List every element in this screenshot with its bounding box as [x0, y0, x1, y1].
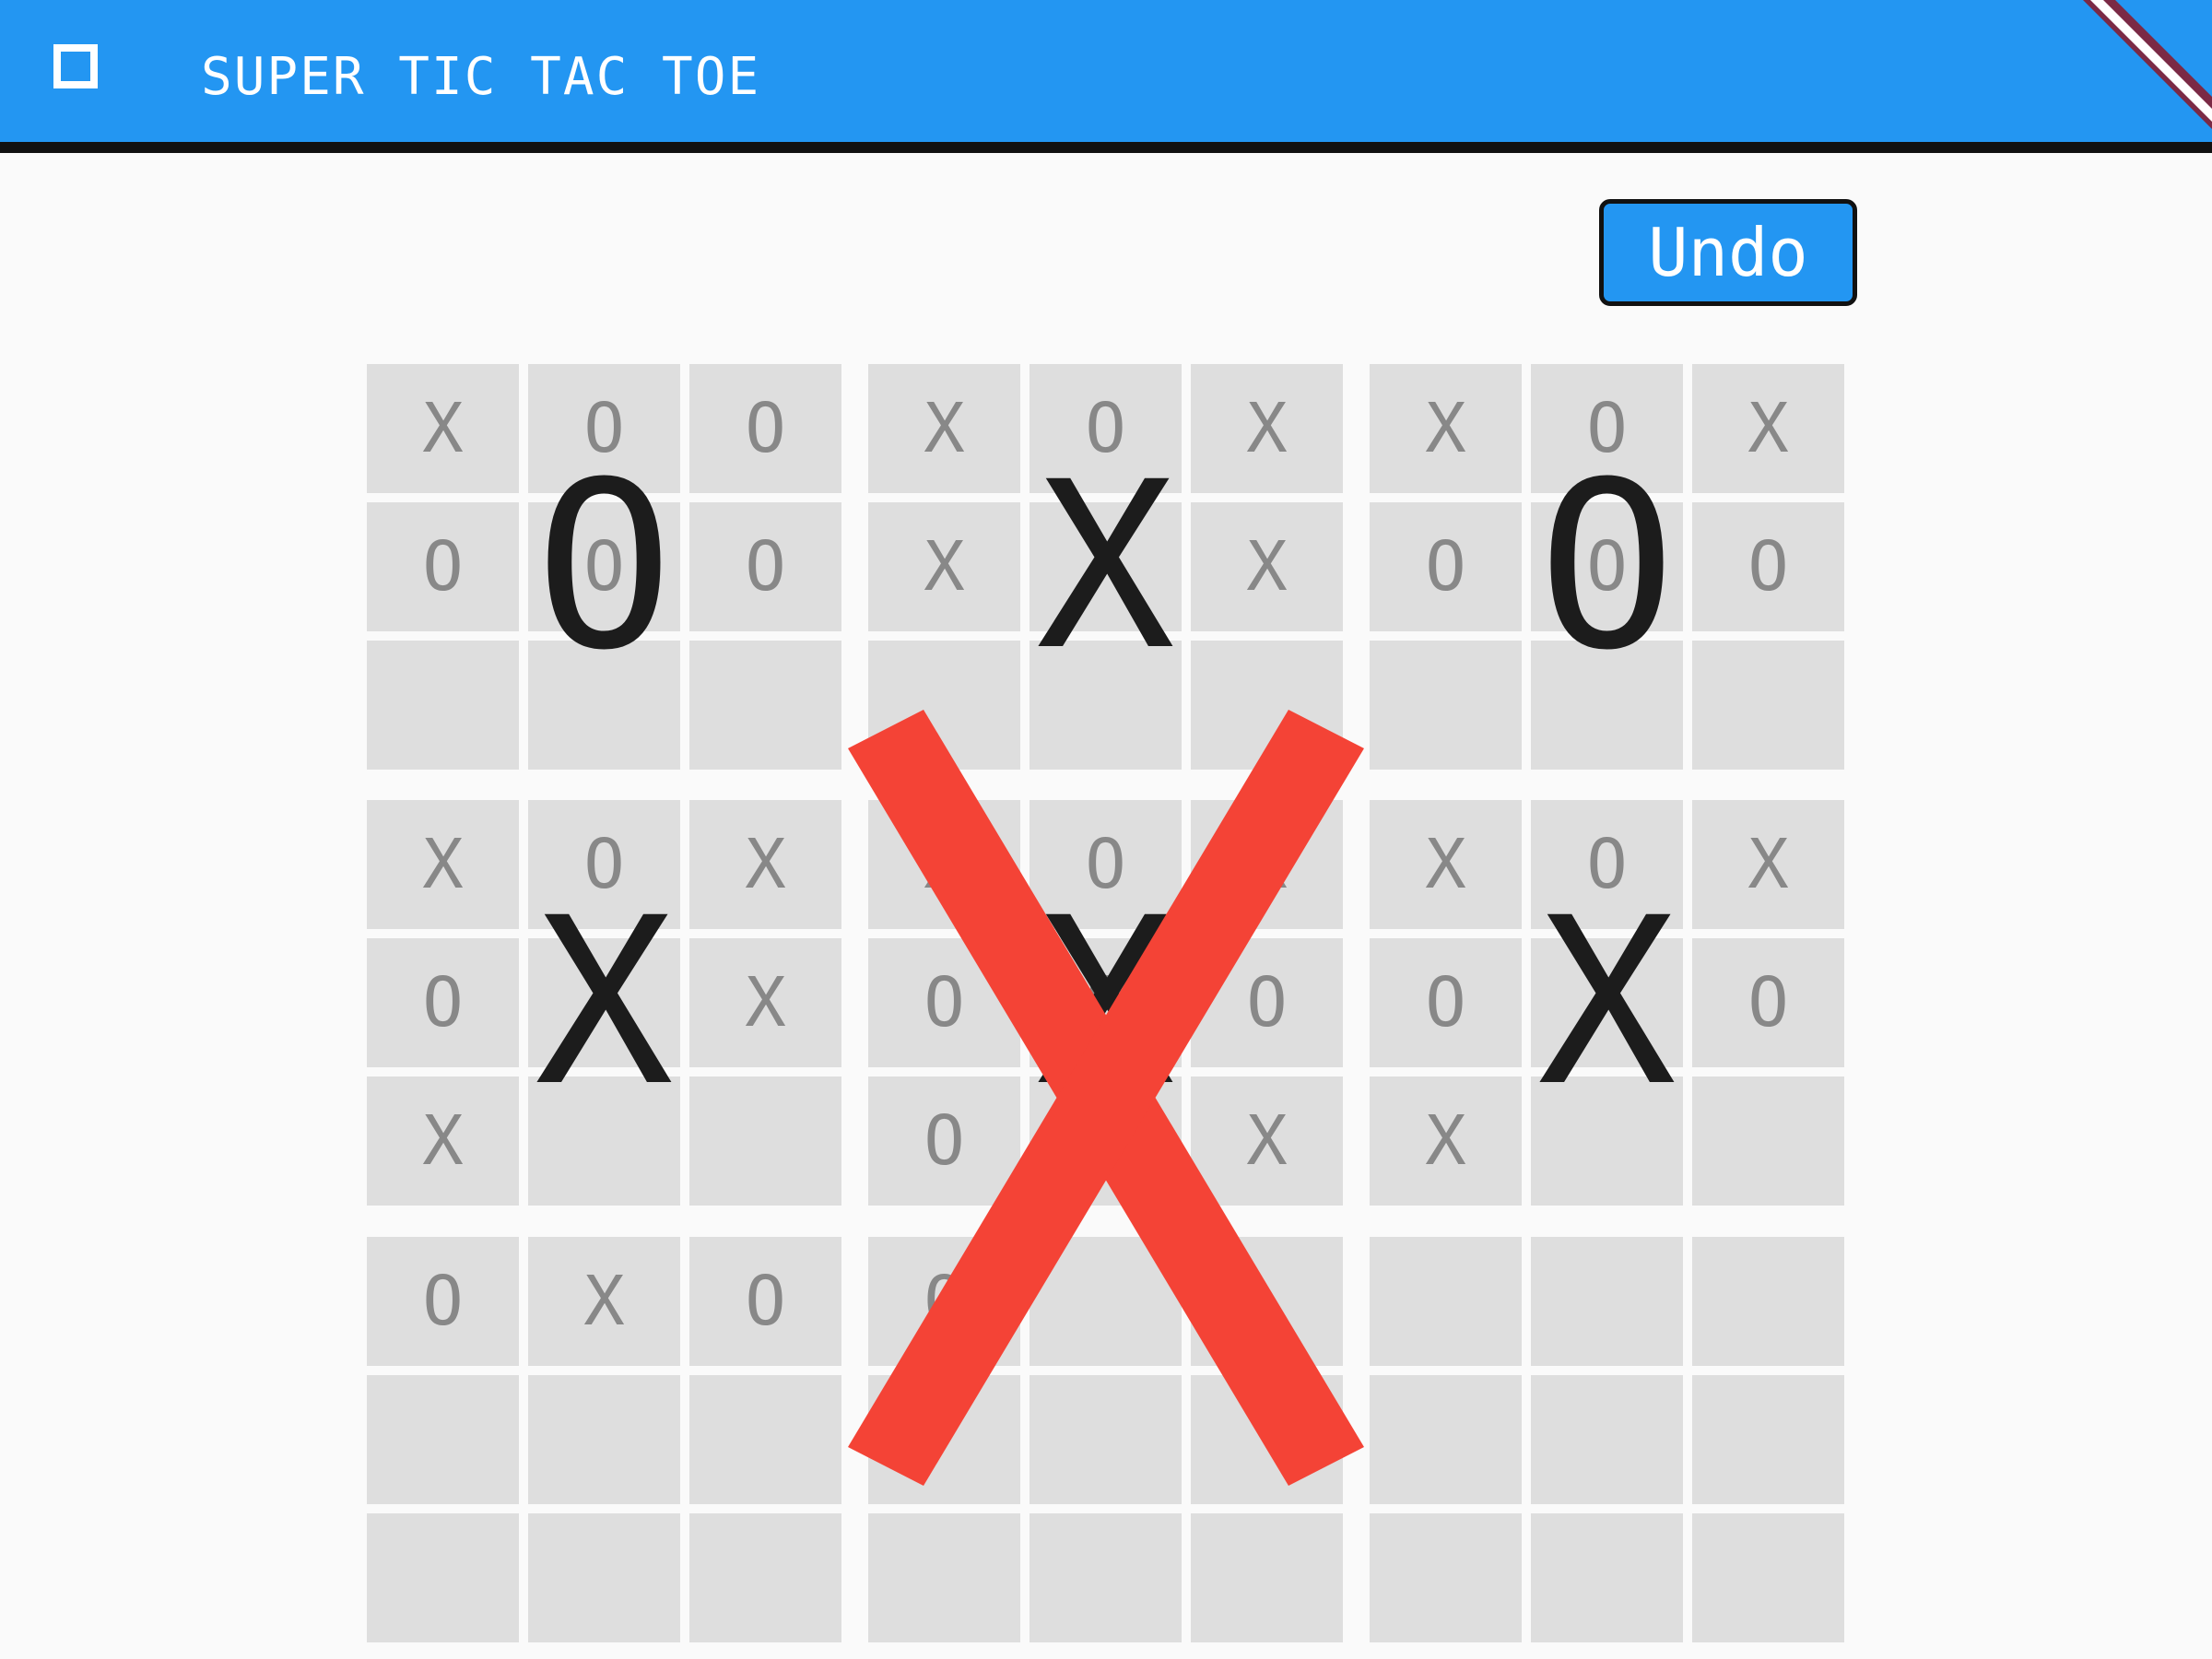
board-cell[interactable]	[528, 1375, 680, 1504]
board-cell[interactable]	[1191, 1513, 1343, 1642]
board-cell[interactable]	[1531, 641, 1683, 770]
board-cell[interactable]: X	[367, 364, 519, 493]
board-cell[interactable]: O	[1370, 502, 1522, 631]
board-cell[interactable]: X	[689, 800, 841, 929]
board-cell[interactable]: O	[367, 502, 519, 631]
board-cell[interactable]	[1692, 1375, 1844, 1504]
board-cell[interactable]	[1030, 1375, 1182, 1504]
board-cell[interactable]: O	[1692, 502, 1844, 631]
board-cell[interactable]: O	[689, 364, 841, 493]
board-cell[interactable]: O	[528, 800, 680, 929]
board-cell[interactable]: O	[367, 1237, 519, 1366]
board-cell[interactable]: O	[689, 1237, 841, 1366]
board-cell[interactable]	[1692, 1077, 1844, 1206]
board-cell[interactable]: O	[367, 938, 519, 1067]
board-cell[interactable]: X	[1531, 938, 1683, 1067]
board-cell[interactable]: O	[868, 1237, 1020, 1366]
board-cell[interactable]	[1030, 1513, 1182, 1642]
board-cell[interactable]: X	[367, 800, 519, 929]
board-cell[interactable]	[868, 641, 1020, 770]
board-cell[interactable]	[1370, 641, 1522, 770]
board-cell[interactable]	[689, 1077, 841, 1206]
board-cell[interactable]	[1030, 1077, 1182, 1206]
board-cell[interactable]: O	[1531, 800, 1683, 929]
board-cell[interactable]	[689, 1375, 841, 1504]
board-cell[interactable]: X	[1191, 1077, 1343, 1206]
board-cell[interactable]: X	[1191, 800, 1343, 929]
board-cell[interactable]: O	[1531, 502, 1683, 631]
board-cell[interactable]: O	[1370, 938, 1522, 1067]
board-cell[interactable]	[1531, 1237, 1683, 1366]
board-cell[interactable]: O	[1030, 938, 1182, 1067]
board-cell[interactable]	[689, 641, 841, 770]
board-cell[interactable]	[1531, 1375, 1683, 1504]
board-cell[interactable]: O	[1531, 364, 1683, 493]
board-cell[interactable]: X	[1370, 364, 1522, 493]
board-cell[interactable]: O	[1191, 938, 1343, 1067]
board-cell[interactable]: O	[1692, 938, 1844, 1067]
board-cell[interactable]: X	[868, 800, 1020, 929]
board-cell[interactable]	[1692, 1237, 1844, 1366]
board-cell[interactable]	[1531, 1077, 1683, 1206]
board-cell[interactable]	[528, 1077, 680, 1206]
game-board: XOOOOOOXOXXXXXXOXOOOOXOXOXXXXXOXOOOOXXXO…	[0, 0, 2212, 1659]
board-cell[interactable]: X	[868, 364, 1020, 493]
board-cell[interactable]	[1531, 1513, 1683, 1642]
board-cell[interactable]	[528, 641, 680, 770]
board-cell[interactable]: X	[367, 1077, 519, 1206]
board-cell[interactable]: X	[1692, 364, 1844, 493]
board-cell[interactable]	[1030, 1237, 1182, 1366]
board-cell[interactable]: X	[1370, 800, 1522, 929]
board-cell[interactable]: X	[1692, 800, 1844, 929]
board-cell[interactable]	[1191, 1375, 1343, 1504]
board-cell[interactable]: O	[689, 502, 841, 631]
board-cell[interactable]	[367, 1375, 519, 1504]
board-cell[interactable]	[1692, 641, 1844, 770]
board-cell[interactable]: X	[689, 938, 841, 1067]
board-cell[interactable]: O	[1030, 364, 1182, 493]
board-cell[interactable]: X	[1191, 364, 1343, 493]
board-cell[interactable]	[1370, 1513, 1522, 1642]
board-cell[interactable]: X	[1370, 1077, 1522, 1206]
board-cell[interactable]	[868, 1375, 1020, 1504]
board-cell[interactable]	[1191, 641, 1343, 770]
board-cell[interactable]: O	[1030, 800, 1182, 929]
board-cell[interactable]: O	[868, 1077, 1020, 1206]
board-cell[interactable]: X	[868, 502, 1020, 631]
board-cell[interactable]	[528, 1513, 680, 1642]
board-cell[interactable]: X	[528, 938, 680, 1067]
board-cell[interactable]: O	[868, 938, 1020, 1067]
board-cell[interactable]	[367, 1513, 519, 1642]
board-cell[interactable]: X	[1191, 502, 1343, 631]
board-cell[interactable]: O	[528, 502, 680, 631]
board-cell[interactable]	[367, 641, 519, 770]
board-cell[interactable]	[1692, 1513, 1844, 1642]
board-cell[interactable]	[1370, 1237, 1522, 1366]
board-cell[interactable]	[1191, 1237, 1343, 1366]
board-cell[interactable]: X	[1030, 502, 1182, 631]
board-cell[interactable]	[1370, 1375, 1522, 1504]
board-cell[interactable]: X	[528, 1237, 680, 1366]
board-cell[interactable]	[1030, 641, 1182, 770]
board-cell[interactable]	[689, 1513, 841, 1642]
board-cell[interactable]	[868, 1513, 1020, 1642]
board-cell[interactable]: O	[528, 364, 680, 493]
